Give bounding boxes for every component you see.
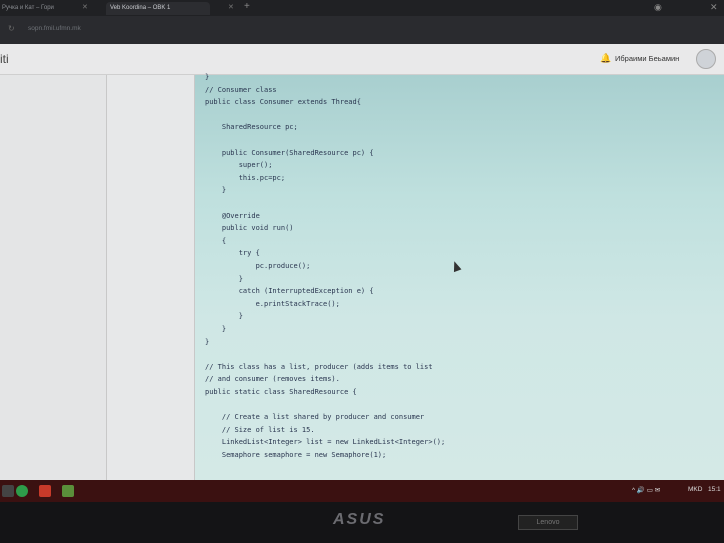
code-block: } // Consumer class public class Consumer …: [205, 73, 715, 480]
sticker: Lenovo: [518, 515, 578, 530]
tray-icons[interactable]: ^ 🔊 ▭ ✉: [632, 486, 660, 494]
code-line: public class Consumer extends Thread{: [205, 98, 361, 107]
code-line: }: [205, 337, 210, 346]
code-line: @Override: [205, 211, 260, 220]
tray-language[interactable]: MKD: [688, 486, 702, 493]
page-body: } // Consumer class public class Consumer …: [0, 73, 724, 480]
code-line: catch (InterruptedException e) {: [205, 287, 374, 296]
code-line: }: [205, 312, 243, 321]
url-field[interactable]: sopn.fmil.ufmn.mk: [28, 25, 81, 32]
code-line: super();: [205, 161, 273, 170]
code-line: // Size of list is 15.: [205, 425, 315, 434]
code-line: {: [205, 236, 227, 245]
code-line: }: [205, 73, 210, 81]
content-area: } // Consumer class public class Consumer …: [195, 73, 724, 480]
app-icon[interactable]: [39, 485, 51, 497]
close-icon[interactable]: ✕: [228, 3, 234, 11]
code-line: public void run(): [205, 224, 294, 233]
reload-icon[interactable]: ↻: [8, 24, 15, 33]
code-line: }: [205, 186, 227, 195]
brand-label[interactable]: iti: [0, 52, 9, 66]
code-line: this.pc=pc;: [205, 173, 286, 182]
code-line: pc.produce();: [205, 262, 311, 270]
tray-clock[interactable]: 15:1: [708, 486, 721, 493]
code-line: Semaphore semaphore = new Semaphore(1);: [205, 451, 387, 459]
code-line: // and consumer (removes items).: [205, 375, 340, 384]
code-line: LinkedList<Integer> list = new LinkedLis…: [205, 438, 446, 447]
code-line: // Create a list shared by producer and …: [205, 413, 425, 422]
close-window-icon[interactable]: ✕: [710, 2, 718, 13]
profile-icon[interactable]: ◉: [654, 2, 662, 13]
code-line: public static class SharedResource {: [205, 388, 357, 396]
browser-tab-bar: Ручка и Кат – Гори ✕ Veb Koordina – OBK …: [0, 0, 724, 16]
code-line: public Consumer(SharedResource pc) {: [205, 148, 374, 157]
taskbar: ^ 🔊 ▭ ✉ MKD 15:1: [0, 480, 724, 502]
address-bar: ↻ sopn.fmil.ufmn.mk: [0, 16, 724, 44]
start-icon[interactable]: [2, 485, 14, 497]
secondary-sidebar: [107, 75, 195, 480]
code-line: }: [205, 274, 243, 283]
code-line: try {: [205, 249, 260, 258]
code-line: SharedResource pc;: [205, 123, 298, 132]
app-header: iti 🔔 Ибраими Беьамин: [0, 44, 724, 75]
code-line: e.printStackTrace();: [205, 299, 340, 308]
new-tab-icon[interactable]: +: [244, 1, 250, 12]
left-sidebar: [0, 75, 107, 480]
code-line: // Consumer class: [205, 85, 277, 94]
chrome-icon[interactable]: [16, 485, 28, 497]
close-icon[interactable]: ✕: [82, 3, 88, 11]
browser-tab[interactable]: Ручка и Кат – Гори: [2, 2, 80, 15]
user-name[interactable]: Ибраими Беьамин: [615, 54, 679, 63]
code-line: // This class has a list, producer (adds…: [205, 362, 433, 371]
app-icon[interactable]: [62, 485, 74, 497]
brand-logo: ASUS: [333, 511, 386, 528]
avatar[interactable]: [696, 49, 716, 69]
browser-tab-active[interactable]: Veb Koordina – OBK 1: [106, 2, 210, 15]
bell-icon[interactable]: 🔔: [600, 53, 611, 64]
code-line: }: [205, 325, 227, 333]
